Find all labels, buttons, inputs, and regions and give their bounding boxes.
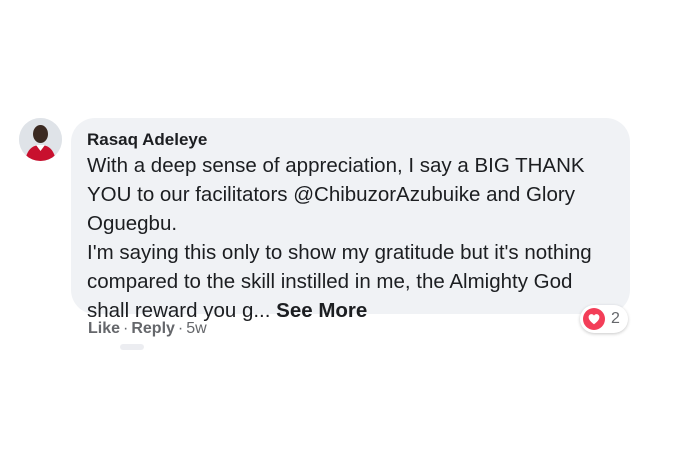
love-icon <box>583 308 605 330</box>
comment-line: shall reward you g... <box>87 299 277 322</box>
like-button[interactable]: Like <box>88 320 120 338</box>
comment-text: With a deep sense of appreciation, I say… <box>87 151 616 325</box>
reply-button[interactable]: Reply <box>131 320 175 338</box>
separator: · <box>177 320 184 337</box>
comment-line: With a deep sense of appreciation, I say… <box>87 154 585 177</box>
see-more-link[interactable]: See More <box>276 299 367 322</box>
profile-photo <box>19 118 62 161</box>
comment-timestamp[interactable]: 5w <box>186 320 206 338</box>
avatar[interactable] <box>19 118 62 161</box>
comment-author[interactable]: Rasaq Adeleye <box>87 129 616 151</box>
separator: · <box>123 320 129 337</box>
comment-line: compared to the skill instilled in me, t… <box>87 270 573 293</box>
next-comment-preview <box>120 344 144 350</box>
reaction-summary[interactable]: 2 <box>580 305 628 333</box>
comment-bubble: Rasaq Adeleye With a deep sense of appre… <box>71 118 630 322</box>
comment-line: YOU to our facilitators @ChibuzorAzubuik… <box>87 183 575 206</box>
comment-line: I'm saying this only to show my gratitud… <box>87 241 592 264</box>
reaction-count: 2 <box>611 310 620 327</box>
comment-line: Oguegbu. <box>87 212 178 235</box>
comment-actions: Like · Reply · 5w <box>88 320 207 338</box>
